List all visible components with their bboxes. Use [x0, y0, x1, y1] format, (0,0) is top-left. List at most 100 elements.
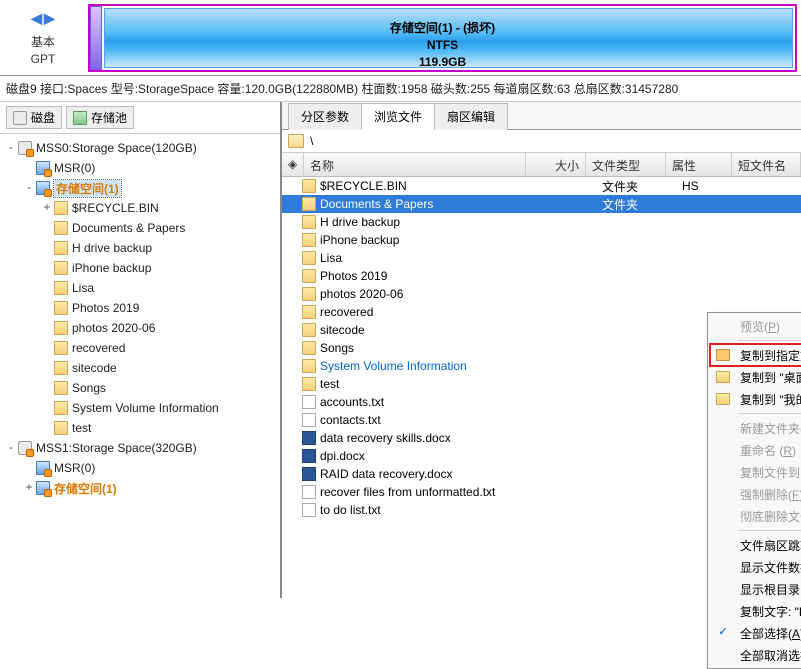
lock-icon: [44, 189, 52, 197]
file-row[interactable]: $RECYCLE.BIN文件夹HS: [282, 177, 801, 195]
tree-item[interactable]: Songs: [2, 378, 278, 398]
right-pane: 分区参数 浏览文件 扇区编辑 \ ◈ 名称 大小 文件类型 属性 短文件名 $R…: [282, 102, 801, 598]
folder-icon: [302, 359, 316, 373]
disk-bar[interactable]: 存储空间(1) - (损坏) NTFS 119.9GB: [86, 0, 801, 75]
menu-label: 彻底删除文件 (P): [734, 508, 801, 525]
file-row[interactable]: Lisa: [282, 249, 801, 267]
tree-item[interactable]: - MSS0:Storage Space(120GB): [2, 138, 278, 158]
nav-next-icon[interactable]: ▶: [44, 10, 55, 27]
context-menu[interactable]: 预览(P) 复制到指定文件夹(S)... 复制到 "桌面" (E) 复制到 "我的文档…: [707, 312, 801, 669]
menu-label: 新建文件夹(N): [734, 420, 801, 437]
tab-pool[interactable]: 存储池: [66, 106, 134, 129]
menu-icon: ✓: [712, 625, 734, 641]
menu-force_del: 强制删除(F): [710, 483, 801, 505]
tree-item[interactable]: MSR(0): [2, 458, 278, 478]
tree-item[interactable]: iPhone backup: [2, 258, 278, 278]
menu-icon: [712, 603, 734, 619]
menu-copy_docs[interactable]: 复制到 "我的文档" (M): [710, 388, 801, 410]
tree-item[interactable]: H drive backup: [2, 238, 278, 258]
tree-item-label: recovered: [72, 341, 125, 355]
tree-item[interactable]: +$RECYCLE.BIN: [2, 198, 278, 218]
file-row[interactable]: H drive backup: [282, 213, 801, 231]
menu-clus_root[interactable]: 显示根目录占用的簇列表: [710, 578, 801, 600]
nav-prev-icon[interactable]: ◀: [31, 10, 42, 27]
tree-item[interactable]: Photos 2019: [2, 298, 278, 318]
tab-partition-params[interactable]: 分区参数: [288, 103, 362, 130]
tree-item[interactable]: recovered: [2, 338, 278, 358]
col-icon[interactable]: ◈: [282, 153, 304, 176]
expander-icon[interactable]: -: [22, 181, 36, 195]
device-tree[interactable]: -MSS0:Storage Space(120GB)MSR(0)-存储空间(1)…: [0, 134, 280, 502]
file-name: RAID data recovery.docx: [320, 467, 542, 481]
file-name: data recovery skills.docx: [320, 431, 542, 445]
tree-item[interactable]: MSR(0): [2, 158, 278, 178]
tree-item-label: Documents & Papers: [72, 221, 185, 235]
file-row[interactable]: Documents & Papers文件夹: [282, 195, 801, 213]
folder-icon: [54, 241, 68, 255]
menu-icon: [712, 647, 734, 663]
file-row[interactable]: photos 2020-06: [282, 285, 801, 303]
col-size[interactable]: 大小: [526, 153, 586, 176]
tree-item-label: Photos 2019: [72, 301, 139, 315]
file-type: 文件夹: [602, 178, 682, 195]
expander-icon[interactable]: -: [4, 441, 18, 455]
file-row[interactable]: iPhone backup: [282, 231, 801, 249]
tree-item[interactable]: -MSS1:Storage Space(320GB): [2, 438, 278, 458]
menu-copy_text[interactable]: 复制文字: "Documents Papers" 到剪贴板(C): [710, 600, 801, 622]
disk-header-left: ◀ ▶ 基本 GPT: [0, 0, 86, 75]
file-type: 文件夹: [602, 196, 682, 213]
col-short[interactable]: 短文件名: [732, 153, 801, 176]
file-list-header[interactable]: ◈ 名称 大小 文件类型 属性 短文件名: [282, 153, 801, 177]
tab-sector-edit[interactable]: 扇区编辑: [434, 103, 508, 130]
expander-icon[interactable]: +: [40, 201, 54, 215]
menu-copy_desk[interactable]: 复制到 "桌面" (E): [710, 366, 801, 388]
part-icon: [36, 481, 50, 495]
menu-icon: [712, 486, 734, 502]
tree-item[interactable]: -存储空间(1): [2, 178, 278, 198]
tree-item[interactable]: System Volume Information: [2, 398, 278, 418]
menu-label: 全部取消选择(U): [734, 647, 801, 664]
folder-icon: [302, 197, 316, 211]
tree-item-label: MSS0:Storage Space(120GB): [36, 141, 197, 155]
tab-browse-files[interactable]: 浏览文件: [361, 103, 435, 130]
tab-disk[interactable]: 磁盘: [6, 106, 62, 129]
file-name: recovered: [320, 305, 542, 319]
tree-item-label: H drive backup: [72, 241, 152, 255]
col-name[interactable]: 名称: [304, 153, 526, 176]
word-icon: [302, 467, 316, 481]
menu-clus_file[interactable]: 显示文件数据所占用的簇列表: [710, 556, 801, 578]
tree-item[interactable]: photos 2020-06: [2, 318, 278, 338]
disk-info-line: 磁盘9 接口:Spaces 型号:StorageSpace 容量:120.0GB…: [0, 76, 801, 102]
folder-icon: [302, 377, 316, 391]
menu-label: 强制删除(F): [734, 486, 801, 503]
tree-item[interactable]: Lisa: [2, 278, 278, 298]
disk-bar-text: 存储空间(1) - (损坏) NTFS 119.9GB: [90, 20, 795, 71]
expander-icon[interactable]: +: [22, 481, 36, 495]
breadcrumb[interactable]: \: [282, 130, 801, 153]
expander-icon[interactable]: -: [4, 141, 18, 155]
menu-icon: [712, 559, 734, 575]
col-type[interactable]: 文件类型: [586, 153, 666, 176]
disk-scheme-label: GPT: [31, 52, 56, 66]
col-attr[interactable]: 属性: [666, 153, 732, 176]
menu-label: 复制到 "桌面" (E): [734, 369, 801, 386]
menu-label: 全部选择(A): [734, 625, 801, 642]
menu-copy_to[interactable]: 复制到指定文件夹(S)...: [710, 344, 801, 366]
nav-arrows[interactable]: ◀ ▶: [31, 10, 55, 27]
menu-separator: [738, 413, 801, 414]
menu-label: 文件扇区跳转: [734, 537, 801, 554]
menu-sel_all[interactable]: ✓全部选择(A): [710, 622, 801, 644]
tree-item[interactable]: sitecode: [2, 358, 278, 378]
menu-label: 预览(P): [734, 318, 801, 335]
tree-item[interactable]: +存储空间(1): [2, 478, 278, 498]
tree-item[interactable]: Documents & Papers: [2, 218, 278, 238]
tab-pool-label: 存储池: [91, 109, 127, 126]
word-icon: [302, 449, 316, 463]
menu-desel_all[interactable]: 全部取消选择(U): [710, 644, 801, 666]
menu-jump[interactable]: 文件扇区跳转: [710, 534, 801, 556]
tree-item[interactable]: test: [2, 418, 278, 438]
menu-label: 重命名 (R): [734, 442, 801, 459]
disk-type-label: 基本: [31, 33, 55, 50]
file-row[interactable]: Photos 2019: [282, 267, 801, 285]
folder-icon: [302, 215, 316, 229]
